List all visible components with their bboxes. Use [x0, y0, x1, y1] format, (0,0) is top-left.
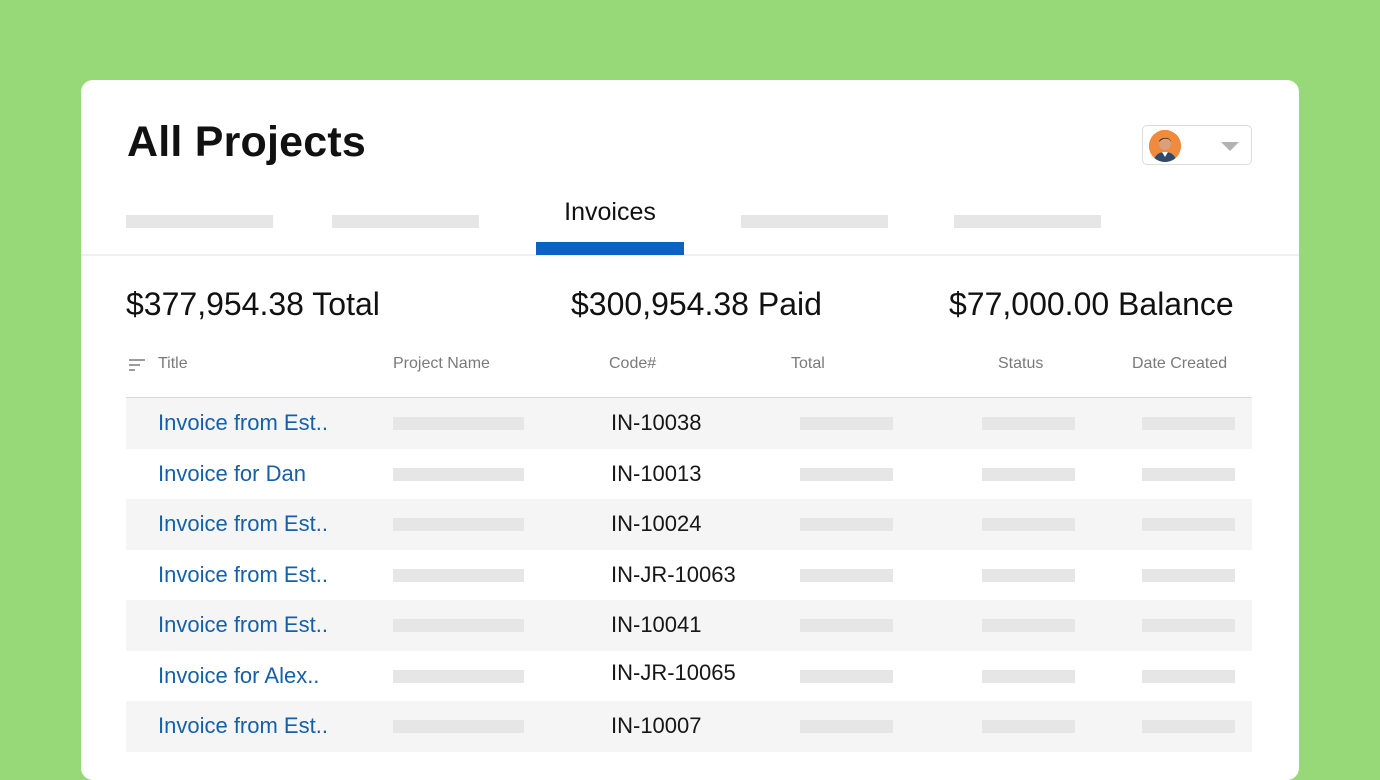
- total-placeholder: [800, 518, 893, 531]
- invoice-title-link[interactable]: Invoice from Est..: [158, 713, 328, 739]
- table-row[interactable]: Invoice from Est.. IN-10038: [126, 398, 1252, 449]
- summary-balance: $77,000.00 Balance: [949, 286, 1234, 322]
- column-header-code[interactable]: Code#: [609, 355, 656, 373]
- tab-invoices[interactable]: Invoices: [536, 198, 684, 227]
- column-header-date-created[interactable]: Date Created: [1132, 355, 1227, 373]
- column-header-project-name[interactable]: Project Name: [393, 355, 490, 373]
- status-placeholder: [982, 417, 1075, 430]
- status-placeholder: [982, 467, 1075, 481]
- summary-paid: $300,954.38 Paid: [571, 286, 822, 322]
- invoice-title-link[interactable]: Invoice from Est..: [158, 410, 328, 436]
- table-row[interactable]: Invoice for Alex.. IN-JR-10065: [126, 651, 1252, 702]
- date-placeholder: [1142, 568, 1235, 582]
- invoice-title-link[interactable]: Invoice for Alex..: [158, 663, 319, 689]
- invoice-code: IN-10013: [611, 460, 702, 486]
- tab-placeholder-3[interactable]: [741, 215, 888, 228]
- invoice-table: Invoice from Est.. IN-10038 Invoice for …: [126, 397, 1252, 752]
- invoice-title-link[interactable]: Invoice from Est..: [158, 511, 328, 537]
- invoice-code: IN-10041: [611, 612, 702, 637]
- status-placeholder: [982, 619, 1075, 632]
- page-title: All Projects: [127, 118, 366, 166]
- invoice-code: IN-JR-10065: [611, 659, 736, 685]
- invoice-title-link[interactable]: Invoice for Dan: [158, 461, 306, 487]
- project-name-placeholder: [393, 417, 524, 430]
- invoice-code: IN-10007: [611, 713, 702, 738]
- project-name-placeholder: [393, 568, 524, 582]
- total-placeholder: [800, 568, 893, 582]
- invoice-code: IN-10038: [611, 410, 702, 435]
- tab-bar: Invoices: [81, 80, 1299, 256]
- column-header-status[interactable]: Status: [998, 355, 1043, 373]
- total-placeholder: [800, 417, 893, 430]
- invoice-title-link[interactable]: Invoice from Est..: [158, 562, 328, 588]
- project-name-placeholder: [393, 720, 524, 733]
- project-name-placeholder: [393, 518, 524, 531]
- table-row[interactable]: Invoice from Est.. IN-JR-10063: [126, 550, 1252, 601]
- column-header-total[interactable]: Total: [791, 355, 825, 373]
- active-tab-indicator: [536, 242, 684, 255]
- date-placeholder: [1142, 467, 1235, 481]
- total-placeholder: [800, 467, 893, 481]
- tab-placeholder-4[interactable]: [954, 215, 1101, 228]
- status-placeholder: [982, 518, 1075, 531]
- project-name-placeholder: [393, 467, 524, 481]
- chevron-down-icon: [1221, 142, 1239, 151]
- user-avatar-icon: [1149, 130, 1181, 162]
- total-placeholder: [800, 720, 893, 733]
- status-placeholder: [982, 669, 1075, 683]
- project-name-placeholder: [393, 669, 524, 683]
- invoice-code: IN-JR-10063: [611, 561, 736, 587]
- date-placeholder: [1142, 720, 1235, 733]
- table-row[interactable]: Invoice for Dan IN-10013: [126, 449, 1252, 500]
- project-name-placeholder: [393, 619, 524, 632]
- table-row[interactable]: Invoice from Est.. IN-10041: [126, 600, 1252, 651]
- date-placeholder: [1142, 518, 1235, 531]
- date-placeholder: [1142, 619, 1235, 632]
- summary-total: $377,954.38 Total: [126, 286, 380, 322]
- invoice-code: IN-10024: [611, 511, 702, 536]
- table-row[interactable]: Invoice from Est.. IN-10007: [126, 701, 1252, 752]
- sort-icon[interactable]: [129, 359, 145, 371]
- projects-card: Invoices All Projects $377,954.38 Total …: [81, 80, 1299, 780]
- date-placeholder: [1142, 417, 1235, 430]
- status-placeholder: [982, 568, 1075, 582]
- column-header-title[interactable]: Title: [158, 355, 188, 373]
- total-placeholder: [800, 669, 893, 683]
- table-row[interactable]: Invoice from Est.. IN-10024: [126, 499, 1252, 550]
- tab-placeholder-1[interactable]: [126, 215, 273, 228]
- status-placeholder: [982, 720, 1075, 733]
- user-menu-dropdown[interactable]: [1142, 125, 1252, 165]
- invoice-title-link[interactable]: Invoice from Est..: [158, 612, 328, 638]
- tab-placeholder-2[interactable]: [332, 215, 479, 228]
- total-placeholder: [800, 619, 893, 632]
- date-placeholder: [1142, 669, 1235, 683]
